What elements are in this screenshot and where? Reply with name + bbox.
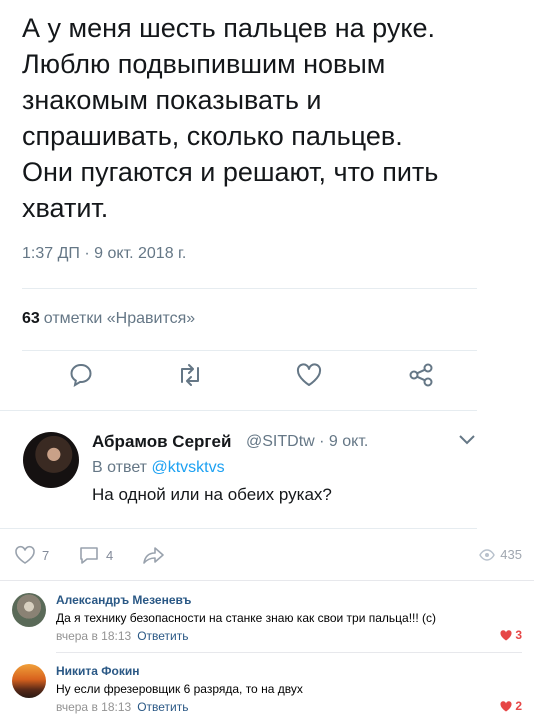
- divider: [0, 528, 477, 529]
- retweet-icon[interactable]: [176, 362, 204, 388]
- heart-icon: [500, 700, 512, 711]
- comment-text: Ну если фрезеровщик 6 разряда, то на дву…: [56, 682, 303, 696]
- share-icon[interactable]: [407, 362, 435, 388]
- heart-icon: [15, 545, 35, 564]
- comment-meta: вчера в 18:13 Ответить: [56, 629, 188, 643]
- vk-views-count: 435: [500, 547, 522, 562]
- comment-time[interactable]: вчера в 18:13: [56, 629, 131, 643]
- likes-label: отметки «Нравится»: [43, 310, 196, 327]
- heart-icon: [500, 629, 512, 640]
- reply-to-prefix: В ответ: [92, 459, 148, 476]
- avatar[interactable]: [23, 432, 79, 488]
- comment-like-count: 2: [515, 699, 522, 713]
- avatar[interactable]: [12, 593, 46, 627]
- comment-text: Да я технику безопасности на станке знаю…: [56, 611, 437, 625]
- share-arrow-icon: [143, 547, 164, 564]
- tweet-timestamp[interactable]: 1:37 ДП · 9 окт. 2018 г.: [22, 245, 186, 263]
- chevron-down-icon[interactable]: [458, 433, 476, 451]
- reply-text: На одной или на обеих руках?: [92, 485, 332, 504]
- vk-like-count: 7: [42, 547, 50, 563]
- reply-icon[interactable]: [68, 362, 94, 388]
- reply-to: В ответ @ktvsktvs: [92, 459, 225, 477]
- comment-meta: вчера в 18:13 Ответить: [56, 700, 188, 714]
- comment-like-button[interactable]: 2: [500, 699, 522, 713]
- comment-time[interactable]: вчера в 18:13: [56, 700, 131, 714]
- divider: [22, 288, 477, 289]
- comment-like-count: 3: [515, 628, 522, 642]
- tweet-likes[interactable]: 63 отметки «Нравится»: [22, 310, 195, 328]
- avatar[interactable]: [12, 664, 46, 698]
- vk-views: 435: [479, 547, 522, 562]
- divider: [22, 350, 477, 351]
- heart-icon[interactable]: [295, 362, 323, 388]
- comment-author[interactable]: Александръ Мезеневъ: [56, 593, 191, 607]
- divider: [0, 410, 477, 411]
- vk-like-button[interactable]: 7: [14, 545, 49, 565]
- comment-reply-link[interactable]: Ответить: [137, 629, 188, 643]
- vk-share-button[interactable]: [142, 545, 166, 565]
- comment-author[interactable]: Никита Фокин: [56, 664, 140, 678]
- comment-reply-link[interactable]: Ответить: [137, 700, 188, 714]
- tweet-text: А у меня шесть пальцев на руке. Люблю по…: [22, 13, 439, 223]
- likes-count: 63: [22, 310, 40, 327]
- reply-author-name[interactable]: Абрамов Сергей: [92, 432, 231, 452]
- comment-like-button[interactable]: 3: [500, 628, 522, 642]
- vk-comment-button[interactable]: 4: [78, 545, 113, 565]
- vk-comment-count: 4: [106, 547, 114, 563]
- comment-icon: [80, 547, 98, 564]
- divider: [56, 652, 522, 653]
- eye-icon: [479, 548, 496, 561]
- reply-to-handle[interactable]: @ktvsktvs: [151, 459, 224, 476]
- divider: [0, 580, 534, 581]
- reply-author-handle[interactable]: @SITDtw · 9 окт.: [246, 433, 368, 451]
